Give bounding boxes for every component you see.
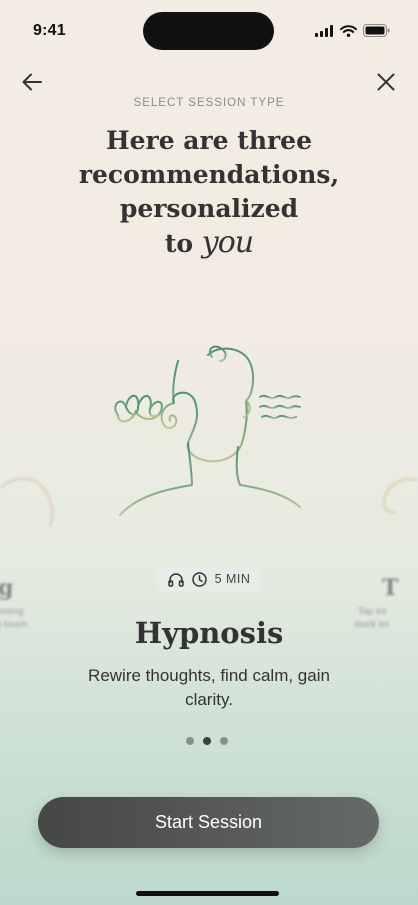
signal-icon: [315, 24, 333, 37]
clock-icon: [191, 571, 207, 587]
pagination-dot-1[interactable]: [186, 737, 194, 745]
previous-card-illustration: [0, 477, 54, 527]
next-card-title: T: [382, 575, 399, 601]
pagination-dot-2[interactable]: [203, 737, 211, 745]
wifi-icon: [340, 24, 357, 37]
headline-you: you: [201, 225, 254, 260]
session-duration: 5 MIN: [214, 572, 251, 586]
headline-to: to: [164, 229, 194, 258]
close-button[interactable]: [372, 68, 400, 96]
next-card-illustration: [382, 478, 418, 514]
session-title: Hypnosis: [134, 616, 284, 650]
back-button[interactable]: [18, 68, 46, 96]
previous-card-title: g: [0, 575, 14, 601]
headline-line-2: recommendations,: [78, 160, 340, 189]
session-description: Rewire thoughts, find calm, gain clarity…: [88, 666, 330, 709]
battery-icon: [363, 24, 390, 37]
status-icons: [315, 24, 390, 37]
hypnosis-head-illustration: [114, 345, 301, 516]
headline-line-3: personalized: [119, 194, 299, 223]
session-meta-badge: 5 MIN: [157, 566, 261, 592]
carousel-pagination: [186, 737, 228, 745]
headline-line-4: to you: [0, 226, 418, 261]
status-time: 9:41: [33, 22, 66, 39]
section-kicker: SELECT SESSION TYPE: [133, 97, 285, 109]
headline-line-1: Here are three: [106, 126, 312, 155]
home-indicator[interactable]: [136, 891, 279, 896]
page-title: Here are three recommendations, personal…: [0, 124, 418, 261]
pagination-dot-3[interactable]: [220, 737, 228, 745]
carousel-card-next[interactable]: T Tap int stuck en: [348, 470, 418, 640]
carousel-card-previous[interactable]: g essing h touch: [0, 470, 70, 640]
start-session-button[interactable]: Start Session: [38, 797, 379, 848]
close-icon: [377, 73, 395, 91]
status-bar: 9:41: [0, 0, 418, 60]
dynamic-island: [143, 12, 274, 50]
headphones-icon: [167, 572, 184, 587]
arrow-left-icon: [22, 73, 42, 91]
